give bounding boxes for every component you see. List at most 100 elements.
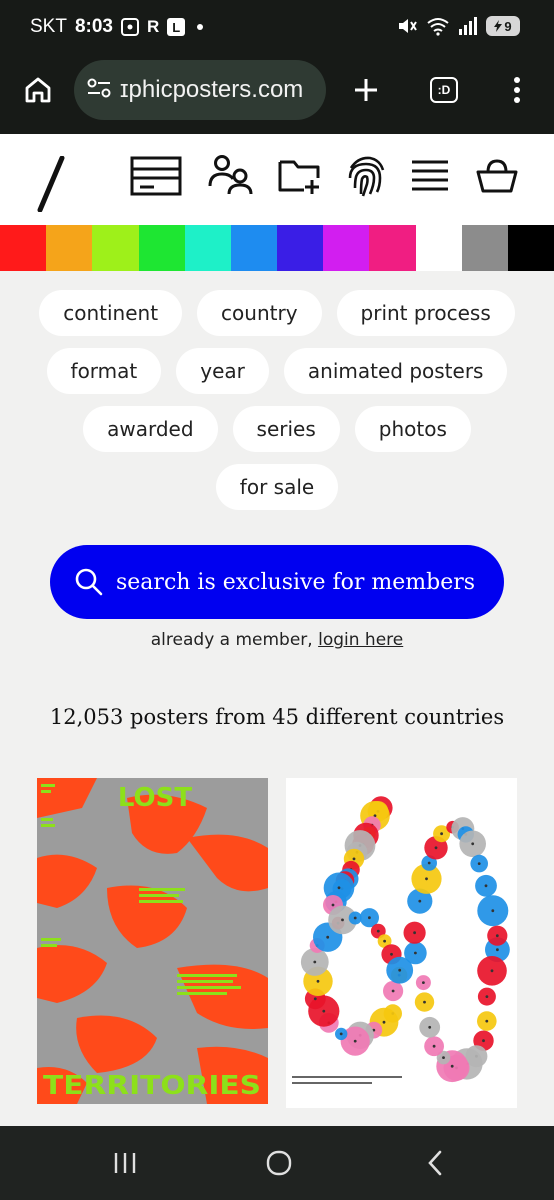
- poster-dot-center: [326, 935, 330, 939]
- filter-continent[interactable]: continent: [39, 290, 183, 336]
- designers-button[interactable]: [208, 154, 254, 200]
- tabs-button[interactable]: :D: [424, 70, 464, 110]
- color-swatch[interactable]: [92, 225, 139, 271]
- back-chevron-icon: [428, 1150, 442, 1176]
- dot-icon: [197, 24, 204, 30]
- l-icon: L: [167, 18, 186, 36]
- poster-dot-center: [432, 1044, 436, 1048]
- poster-dot-center: [316, 979, 320, 983]
- poster-dot-center: [398, 968, 402, 972]
- home-button[interactable]: [18, 70, 58, 110]
- poster-dot-center: [471, 842, 475, 846]
- poster-dot-center: [382, 1020, 386, 1024]
- recent-apps-button[interactable]: [108, 1144, 142, 1182]
- color-swatch[interactable]: [461, 225, 508, 271]
- search-icon: [75, 568, 103, 596]
- color-swatch[interactable]: [323, 225, 370, 271]
- poster-dot-center: [425, 877, 428, 881]
- clock: 8:03: [74, 16, 113, 37]
- color-swatch[interactable]: [230, 225, 278, 271]
- filter-print-process[interactable]: print process: [336, 290, 515, 336]
- cart-button[interactable]: [476, 158, 518, 198]
- membership-card-button[interactable]: [130, 156, 182, 200]
- status-left: SKT 8:03 R L: [30, 16, 204, 38]
- site-header: [0, 134, 554, 225]
- menu-lines-icon: [412, 160, 448, 191]
- poster-dot-center: [418, 899, 422, 903]
- add-folder-button[interactable]: [278, 156, 322, 200]
- poster-dot-center: [391, 989, 395, 993]
- poster-dot-center: [496, 948, 499, 952]
- poster-dot-center: [376, 929, 380, 933]
- poster-dot-center: [339, 1032, 343, 1036]
- back-button[interactable]: [418, 1144, 452, 1182]
- poster1-title-top: LOST: [118, 783, 192, 813]
- poster-dot-center: [477, 862, 481, 865]
- r-icon: R: [146, 17, 160, 36]
- people-icon: [208, 155, 253, 195]
- color-swatch[interactable]: [46, 225, 93, 271]
- wifi-6e-icon: [426, 16, 450, 36]
- basket-icon: [476, 159, 518, 193]
- color-swatch[interactable]: [184, 225, 231, 271]
- poster-dot-center: [422, 981, 425, 984]
- color-swatch[interactable]: [507, 225, 554, 271]
- poster-card-60[interactable]: 60: [286, 778, 517, 1108]
- color-swatch[interactable]: [277, 225, 324, 271]
- tabs-count: :D: [430, 77, 458, 103]
- filter-animated-posters[interactable]: animated posters: [283, 348, 508, 394]
- slash-logo-icon: [37, 155, 65, 213]
- site-logo[interactable]: [34, 155, 68, 216]
- url-text[interactable]: ɪphicposters.com: [120, 76, 303, 104]
- battery-level: 9: [504, 18, 512, 34]
- filter-series[interactable]: series: [232, 406, 340, 452]
- poster-dot-center: [482, 1039, 485, 1043]
- home-icon: [25, 77, 51, 103]
- filter-for-sale[interactable]: for sale: [215, 464, 339, 510]
- more-menu-button[interactable]: [500, 70, 534, 110]
- chip-row: continent country print process: [0, 290, 554, 336]
- poster-dot-center: [442, 1056, 445, 1059]
- fingerprint-icon: [348, 156, 385, 197]
- poster-dot-center: [322, 1009, 326, 1013]
- color-swatch[interactable]: [0, 225, 47, 271]
- home-nav-button[interactable]: [260, 1144, 298, 1182]
- search-label: search is exclusive for members: [116, 569, 476, 595]
- filter-format[interactable]: format: [46, 348, 162, 394]
- filter-photos[interactable]: photos: [354, 406, 471, 452]
- poster-dot-center: [313, 997, 317, 1001]
- filter-chips: continent country print process format y…: [0, 290, 554, 522]
- poster-card-lost-territories[interactable]: LOST TERRITORIES: [37, 778, 268, 1104]
- mute-icon: [396, 16, 418, 36]
- poster-dot-center: [495, 934, 499, 938]
- poster-dot-center: [352, 857, 356, 861]
- chip-row: for sale: [0, 464, 554, 510]
- site-settings-icon[interactable]: [86, 76, 112, 104]
- fingerprint-button[interactable]: [346, 154, 386, 202]
- carrier-label: SKT: [30, 16, 67, 37]
- poster-dot-center: [434, 846, 438, 850]
- poster-dot-center: [341, 918, 344, 922]
- system-nav-bar: [0, 1126, 554, 1200]
- poster-dot-center: [490, 969, 494, 973]
- color-filter-strip: [0, 225, 554, 271]
- login-link[interactable]: login here: [318, 630, 403, 650]
- address-bar[interactable]: ɪphicposters.com: [74, 60, 326, 120]
- browser-toolbar: ɪphicposters.com :D: [0, 56, 554, 134]
- menu-button[interactable]: [410, 158, 450, 198]
- search-button[interactable]: search is exclusive for members: [50, 545, 504, 619]
- poster-dot-center: [337, 886, 341, 890]
- color-swatch[interactable]: [415, 225, 462, 271]
- poster-dot-center: [485, 1019, 489, 1023]
- new-tab-button[interactable]: [346, 70, 386, 110]
- poster-dot-center: [413, 931, 416, 935]
- signal-icon: [458, 17, 478, 35]
- member-prefix: already a member,: [150, 630, 313, 650]
- poster-image: LOST TERRITORIES: [37, 778, 268, 1104]
- filter-year[interactable]: year: [176, 348, 269, 394]
- color-swatch[interactable]: [138, 225, 185, 271]
- more-vert-icon: [514, 77, 520, 103]
- color-swatch[interactable]: [369, 225, 416, 271]
- filter-country[interactable]: country: [197, 290, 322, 336]
- filter-awarded[interactable]: awarded: [83, 406, 218, 452]
